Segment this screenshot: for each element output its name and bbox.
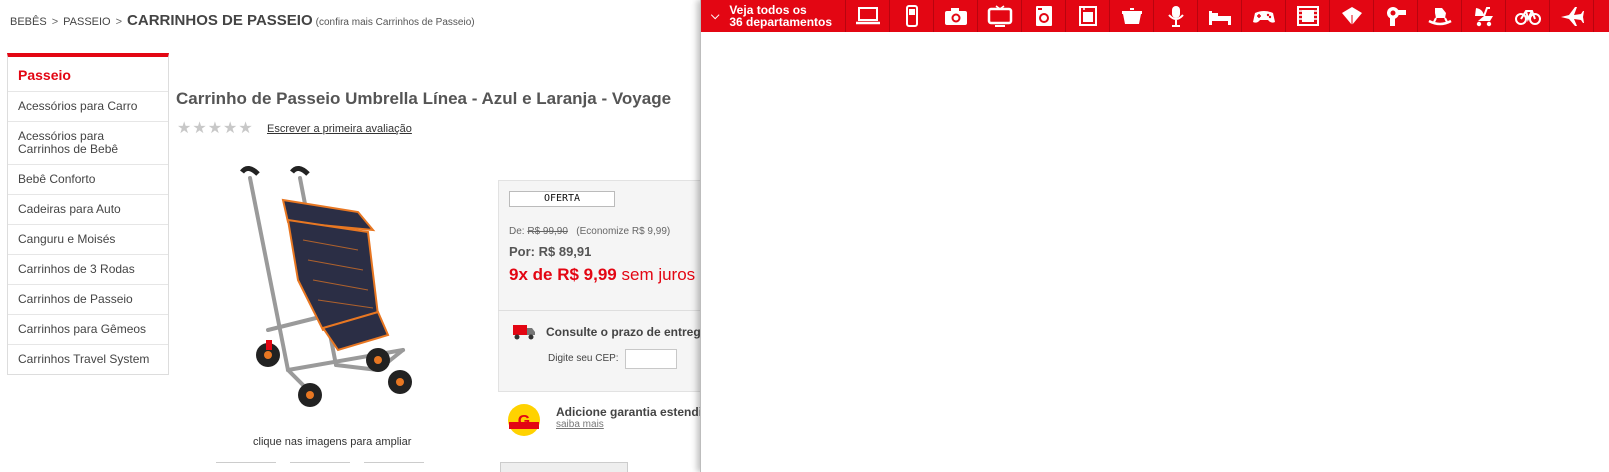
star-icon: ★	[223, 120, 238, 137]
thumbnail[interactable]	[216, 462, 276, 468]
sidebar-item-travel-system[interactable]: Carrinhos Travel System	[8, 345, 168, 374]
dept-phone[interactable]	[890, 0, 934, 32]
breadcrumb-item-bebes[interactable]: BEBÊS	[10, 16, 47, 28]
department-bar: ⌵ Veja todos os 36 departamentos	[701, 0, 1609, 32]
laptop-icon	[855, 7, 880, 25]
sidebar-item-acessorios-carrinhos[interactable]: Acessórios para Carrinhos de Bebê	[8, 122, 168, 165]
sidebar-item-carrinhos-3-rodas[interactable]: Carrinhos de 3 Rodas	[8, 255, 168, 285]
shipping-title: Consulte o prazo de entrega do seu pedid…	[546, 325, 700, 339]
tv-icon	[987, 5, 1012, 27]
all-departments-line2: 36 departamentos	[729, 15, 833, 29]
star-icon: ★	[177, 120, 192, 137]
thumbnail[interactable]	[290, 462, 350, 468]
bicycle-icon	[1514, 10, 1541, 25]
dept-books[interactable]	[1330, 0, 1374, 32]
washer-icon	[1035, 6, 1052, 26]
dept-microphone[interactable]	[1154, 0, 1198, 32]
rocking-horse-icon	[1427, 8, 1452, 26]
star-icon: ★	[207, 120, 223, 137]
star-icon: ★	[192, 120, 207, 137]
dept-camera[interactable]	[934, 0, 978, 32]
warranty-badge-letter: G	[518, 413, 530, 430]
old-price: R$ 99,90	[527, 226, 568, 237]
installments-suffix: sem juros	[621, 265, 696, 284]
all-departments-button[interactable]: ⌵ Veja todos os 36 departamentos	[701, 0, 846, 32]
dept-beauty[interactable]	[1374, 0, 1418, 32]
offer-tag: OFERTA	[509, 191, 615, 207]
sidebar-item-bebe-conforto[interactable]: Bebê Conforto	[8, 165, 168, 195]
sidebar-item-canguru-moises[interactable]: Canguru e Moisés	[8, 225, 168, 255]
microphone-icon	[1167, 6, 1184, 27]
dept-travel[interactable]	[1550, 0, 1594, 32]
book-icon	[1341, 7, 1362, 25]
sidebar-item-acessorios-carro[interactable]: Acessórios para Carro	[8, 92, 168, 122]
installments-value: 9x de R$ 9,99	[509, 265, 617, 284]
warranty-more-link[interactable]: saiba mais	[556, 419, 604, 430]
breadcrumb-separator: >	[51, 16, 59, 28]
savings-text: (Economize R$ 9,99)	[576, 226, 671, 237]
dept-tv[interactable]	[978, 0, 1022, 32]
dept-appliance[interactable]	[1066, 0, 1110, 32]
left-window: BEBÊS > PASSEIO > CARRINHOS DE PASSEIO (confi…	[0, 0, 700, 472]
dept-games[interactable]	[1242, 0, 1286, 32]
sidebar-item-carrinhos-gemeos[interactable]: Carrinhos para Gêmeos	[8, 315, 168, 345]
dept-bed[interactable]	[1198, 0, 1242, 32]
dept-sports[interactable]	[1506, 0, 1550, 32]
breadcrumb-more-link[interactable]: (confira mais Carrinhos de Passeio)	[316, 17, 475, 28]
bed-icon	[1208, 11, 1231, 25]
warranty-title: Adicione garantia estendida	[556, 405, 700, 419]
breadcrumb-separator: >	[115, 16, 123, 28]
rating-stars[interactable]: ★ ★ ★ ★ ★	[177, 121, 253, 137]
product-title: Carrinho de Passeio Umbrella Línea - Azu…	[176, 89, 672, 108]
divider	[498, 310, 700, 311]
gamepad-icon	[1252, 11, 1275, 23]
appliance-icon	[1078, 6, 1097, 26]
cep-label: Digite seu CEP:	[548, 353, 619, 364]
price-from: De: R$ 99,90 (Economize R$ 9,99)	[509, 226, 670, 237]
truck-icon	[513, 325, 535, 340]
breadcrumb: BEBÊS > PASSEIO > CARRINHOS DE PASSEIO (confi…	[10, 12, 475, 29]
option-button[interactable]	[500, 462, 628, 472]
breadcrumb-item-passeio[interactable]: PASSEIO	[63, 16, 110, 28]
sidebar-item-cadeiras-auto[interactable]: Cadeiras para Auto	[8, 195, 168, 225]
phone-icon	[905, 5, 918, 27]
sidebar-item-carrinhos-passeio[interactable]: Carrinhos de Passeio	[8, 285, 168, 315]
write-review-link[interactable]: Escrever a primeira avaliação	[267, 123, 412, 135]
pot-icon	[1121, 8, 1142, 24]
dept-film[interactable]	[1286, 0, 1330, 32]
film-icon	[1296, 6, 1319, 26]
camera-icon	[944, 8, 967, 25]
thumbnail[interactable]	[364, 462, 424, 468]
hairdryer-icon	[1386, 7, 1406, 26]
category-sidebar: Passeio Acessórios para Carro Acessórios…	[7, 53, 169, 375]
dept-baby[interactable]	[1462, 0, 1506, 32]
right-window: ⌵ Veja todos os 36 departamentos	[700, 0, 1609, 472]
star-icon: ★	[238, 120, 253, 137]
plane-icon	[1560, 7, 1584, 26]
image-caption: clique nas imagens para ampliar	[253, 436, 412, 448]
price-from-label: De:	[509, 226, 525, 237]
installments-price: 9x de R$ 9,99 sem juros	[509, 265, 695, 285]
sidebar-title[interactable]: Passeio	[8, 57, 168, 92]
dept-washer[interactable]	[1022, 0, 1066, 32]
dept-laptop[interactable]	[846, 0, 890, 32]
dept-toys[interactable]	[1418, 0, 1462, 32]
stroller-icon	[1474, 7, 1493, 27]
dept-pot[interactable]	[1110, 0, 1154, 32]
current-price: Por: R$ 89,91	[509, 244, 592, 259]
breadcrumb-category: CARRINHOS DE PASSEIO	[127, 12, 313, 29]
warranty-badge-icon: G	[508, 404, 540, 436]
chevron-down-icon: ⌵	[711, 10, 720, 22]
product-image[interactable]	[228, 160, 428, 420]
cep-input[interactable]	[625, 349, 677, 369]
